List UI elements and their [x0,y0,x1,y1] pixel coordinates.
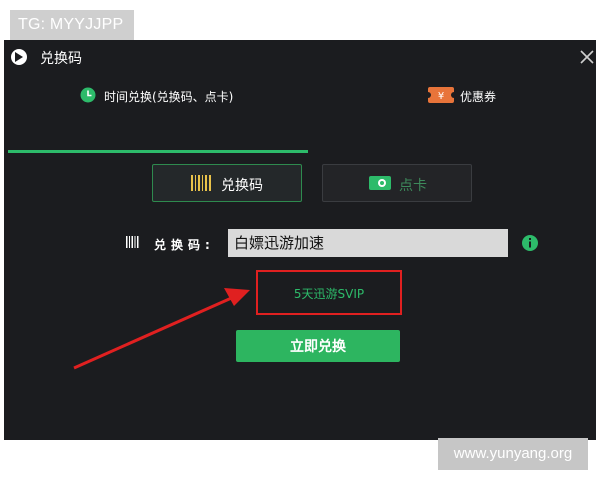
redeem-result-highlight: 5天迅游SVIP [256,270,402,315]
tab-bar: 时间兑换(兑换码、点卡) ¥ 优惠券 [4,76,596,156]
card-icon [369,176,391,190]
window-title: 兑换码 [40,51,82,67]
coupon-icon: ¥ [428,87,454,103]
app-logo-icon [11,49,27,65]
redeem-code-option-label: 兑换码 [221,178,263,194]
redeem-code-label: 兑换码: [154,238,215,252]
redeem-result-text: 5天迅游SVIP [293,287,365,301]
tg-watermark: TG: MYYJJPP [10,10,134,40]
tab-time-redeem-label: 时间兑换(兑换码、点卡) [104,90,234,104]
redeem-code-option[interactable]: 兑换码 [152,164,302,202]
active-tab-underline [8,150,308,153]
clock-icon [80,87,96,103]
info-icon[interactable] [522,235,538,251]
barcode-small-icon [126,236,139,248]
tab-coupon-label: 优惠券 [460,90,497,104]
tab-coupon[interactable]: ¥ 优惠券 [308,76,596,156]
point-card-option-label: 点卡 [399,178,427,194]
redeem-code-input[interactable] [228,229,508,257]
site-watermark: www.yunyang.org [438,438,588,470]
redeem-now-button[interactable]: 立即兑换 [236,330,400,362]
redeem-window: 兑换码 时间兑换(兑换码、点卡) ¥ 优惠券 兑换码 点卡 兑换码: 白嫖迅游加… [4,40,596,440]
point-card-option[interactable]: 点卡 [322,164,472,202]
close-icon[interactable] [580,50,594,64]
tab-time-redeem[interactable]: 时间兑换(兑换码、点卡) [4,76,308,156]
title-bar: 兑换码 [4,40,596,76]
svg-text:¥: ¥ [438,91,444,102]
barcode-icon [191,175,211,191]
